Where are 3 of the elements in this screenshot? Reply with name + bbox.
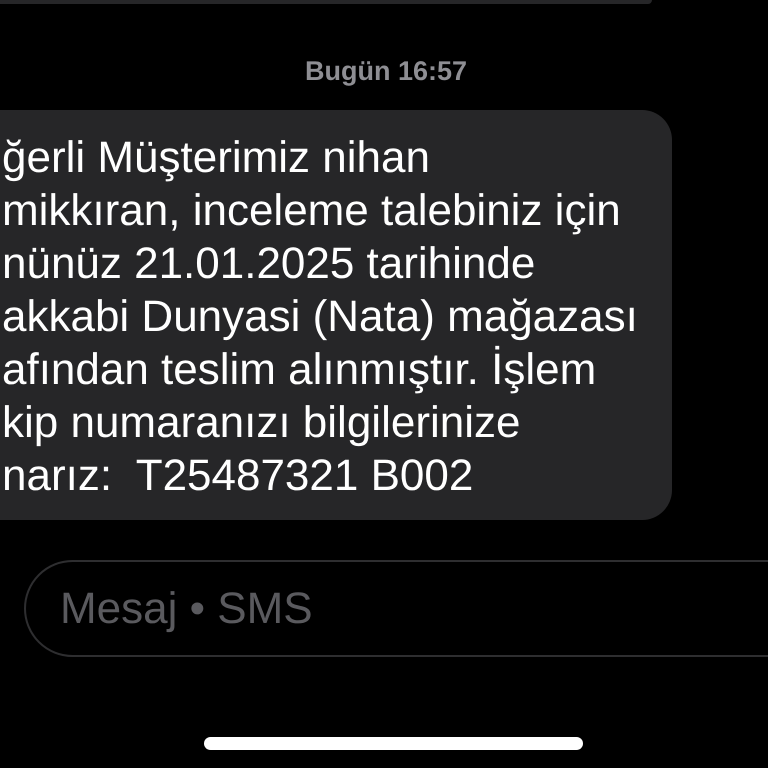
timestamp: Bugün 16:57 <box>304 55 468 87</box>
message-input[interactable]: Mesaj • SMS <box>24 560 768 657</box>
message-text: ğerli Müşterimiz nihan mikkıran, inceleme talebiniz için nünüz 21.01.2025 tarihinde akkabi Dunyasi (Nata) mağazası afından teslim alınmıştır. İşlem kip numaranızı bilgilerinize narız: T25487321 B002 <box>2 132 639 502</box>
